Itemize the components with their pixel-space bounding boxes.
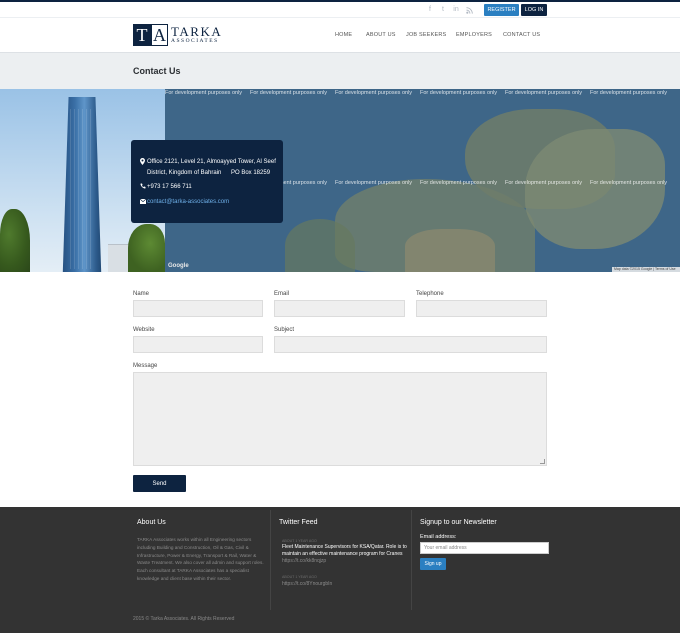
facebook-icon[interactable]: f xyxy=(426,6,434,14)
linkedin-icon[interactable]: in xyxy=(452,6,460,14)
address-line-1: Office 2121, Level 21, Almoayyed Tower, … xyxy=(147,159,276,165)
main-nav: HOME ABOUT US JOB SEEKERS EMPLOYERS CONT… xyxy=(0,32,680,40)
message-label: Message xyxy=(133,363,158,369)
footer-divider xyxy=(270,510,271,610)
nav-job-seekers[interactable]: JOB SEEKERS xyxy=(406,32,446,38)
copyright: 2015 © Tarka Associates. All Rights Rese… xyxy=(133,616,235,622)
map-watermark: For development purposes only xyxy=(165,90,243,96)
map-watermark: For development purposes only xyxy=(505,90,583,96)
website-label: Website xyxy=(133,327,155,333)
email-label: Email xyxy=(274,291,290,297)
website-input[interactable] xyxy=(133,336,263,353)
map-watermark: For development purposes only xyxy=(335,180,413,186)
footer-divider xyxy=(411,510,412,610)
site-header: T A TARKA ASSOCIATES HOME ABOUT US JOB S… xyxy=(0,17,680,51)
nav-employers[interactable]: EMPLOYERS xyxy=(456,32,492,38)
social-links: f t in xyxy=(426,6,473,14)
telephone-input[interactable] xyxy=(416,300,547,317)
tweet-time: ABOUT 1 YEAR AGO xyxy=(282,539,317,543)
map-watermark: For development purposes only xyxy=(590,180,668,186)
map-watermark: For development purposes only xyxy=(335,90,413,96)
footer-about-text: TARKA Associates works within all Engine… xyxy=(137,537,264,581)
map-watermark: For development purposes only xyxy=(420,180,498,186)
email-link[interactable]: contact@tarka-associates.com xyxy=(147,199,229,205)
address-line-2: District, Kingdom of Bahrain xyxy=(147,170,222,176)
envelope-icon xyxy=(139,198,147,206)
po-box: PO Box 18259 xyxy=(231,170,271,176)
top-bar: f t in REGISTER LOG IN xyxy=(0,0,680,17)
page-title-band: Contact Us xyxy=(0,52,680,89)
signup-button[interactable]: Sign up xyxy=(420,558,446,570)
phone-number[interactable]: +973 17 566 711 xyxy=(147,184,192,190)
name-label: Name xyxy=(133,291,150,297)
nav-contact-us[interactable]: CONTACT US xyxy=(503,32,540,38)
send-button[interactable]: Send xyxy=(133,475,186,492)
subject-label: Subject xyxy=(274,327,295,333)
login-button[interactable]: LOG IN xyxy=(521,4,547,16)
logo-subtitle: ASSOCIATES xyxy=(171,38,219,45)
newsletter-email-input[interactable]: Your email address xyxy=(420,542,549,554)
twitter-icon[interactable]: t xyxy=(439,6,447,14)
tweet-link[interactable]: https://t.co/8YnourgbIn xyxy=(282,581,332,587)
telephone-label: Telephone xyxy=(416,291,444,297)
subject-input[interactable] xyxy=(274,336,547,353)
location-section: For development purposes only For develo… xyxy=(0,89,680,272)
map-watermark: For development purposes only xyxy=(590,90,668,96)
email-input[interactable] xyxy=(274,300,405,317)
tweet-text: Fleet Maintenance Supervisors for KSA/Qa… xyxy=(282,544,407,557)
google-logo: Google xyxy=(168,263,189,269)
site-footer xyxy=(0,507,680,633)
nav-home[interactable]: HOME xyxy=(335,32,352,38)
footer-twitter-title: Twitter Feed xyxy=(279,519,318,526)
register-button[interactable]: REGISTER xyxy=(484,4,519,16)
rss-icon[interactable] xyxy=(465,6,473,14)
map-credit[interactable]: Map data ©2015 Google | Terms of Use xyxy=(612,267,680,272)
map-watermark: For development purposes only xyxy=(250,90,328,96)
map-watermark: For development purposes only xyxy=(505,180,583,186)
map-watermark: For development purposes only xyxy=(420,90,498,96)
tweet-link[interactable]: https://t.co/kk8nqjzp xyxy=(282,558,326,564)
phone-icon xyxy=(140,183,146,191)
tweet-time: ABOUT 1 YEAR AGO xyxy=(282,575,317,579)
contact-card: Office 2121, Level 21, Almoayyed Tower, … xyxy=(131,140,283,223)
message-textarea[interactable] xyxy=(133,372,547,466)
nav-about-us[interactable]: ABOUT US xyxy=(366,32,396,38)
footer-newsletter-title: Signup to our Newsletter xyxy=(420,519,497,526)
newsletter-email-label: Email address: xyxy=(420,534,457,540)
page-title: Contact Us xyxy=(133,66,181,76)
resize-handle[interactable] xyxy=(540,459,545,464)
name-input[interactable] xyxy=(133,300,263,317)
location-pin-icon xyxy=(140,158,145,167)
footer-about-title: About Us xyxy=(137,519,166,526)
